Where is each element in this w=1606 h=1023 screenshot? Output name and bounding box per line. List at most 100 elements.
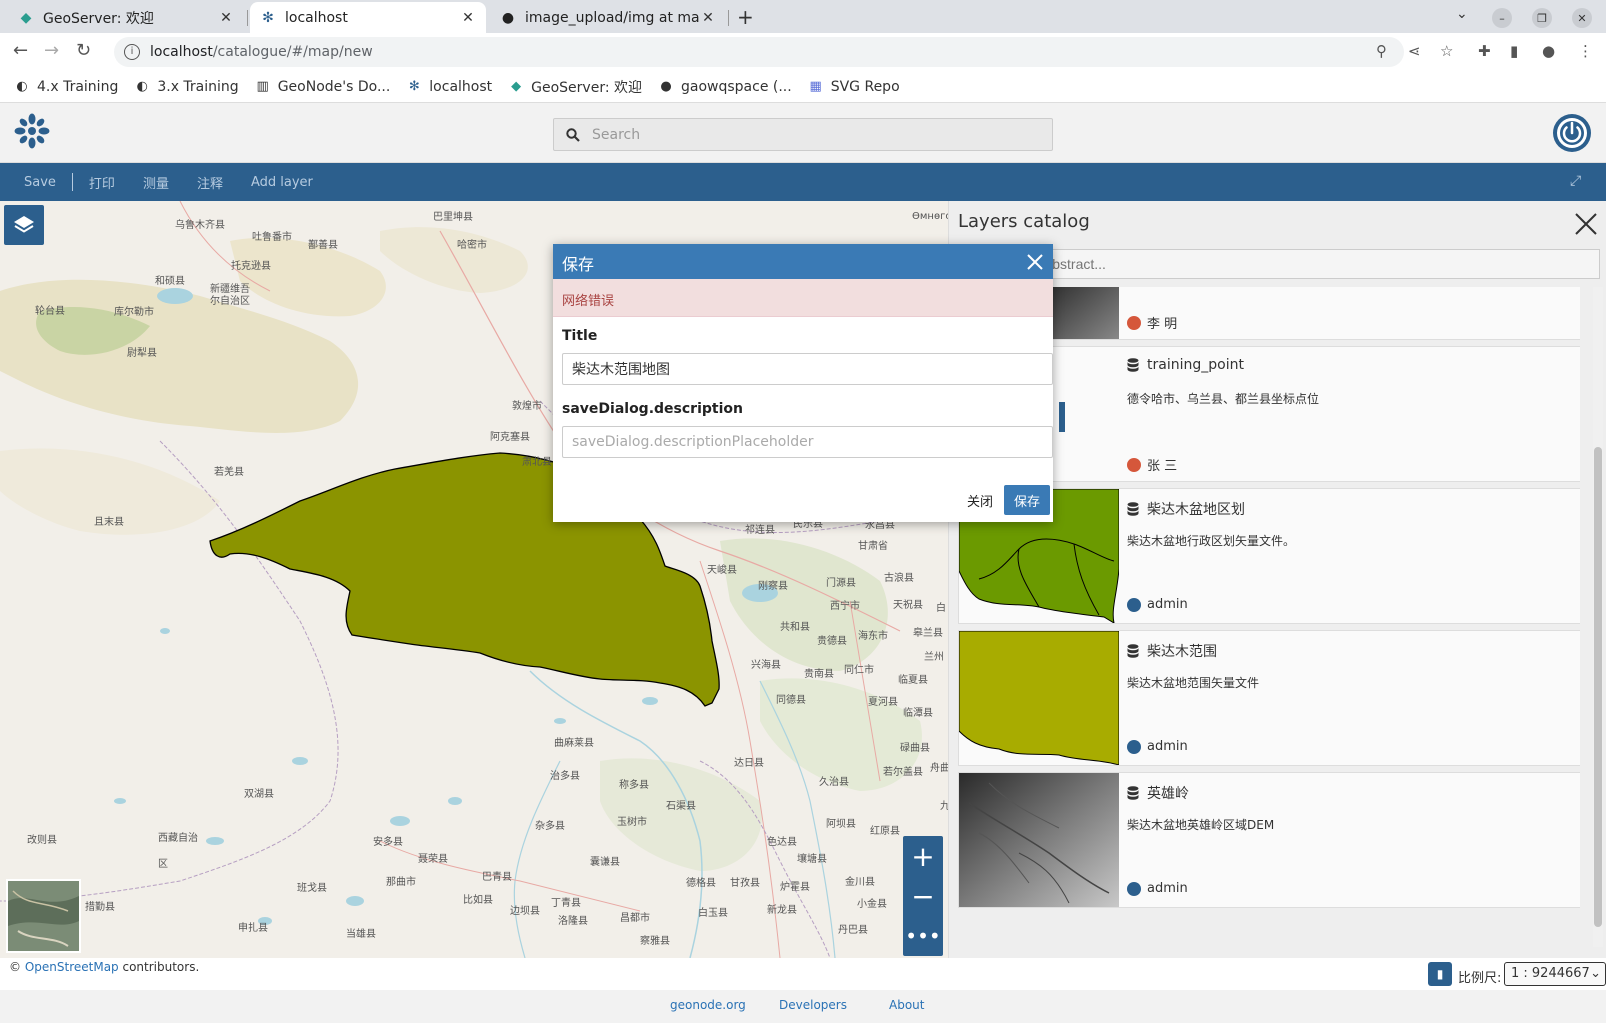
site-info-icon[interactable]: i: [124, 44, 140, 60]
close-button[interactable]: 关闭: [967, 491, 993, 510]
geonode-logo-icon[interactable]: [12, 111, 52, 151]
bookmark-item[interactable]: ✻ localhost: [406, 79, 492, 95]
tab-title: GeoServer: 欢迎: [43, 10, 154, 27]
title-input[interactable]: [562, 353, 1053, 385]
map-place-label: 和硕县: [155, 276, 185, 287]
globe-icon: ◐: [136, 79, 149, 94]
bookmark-item[interactable]: ◐ 3.x Training: [134, 79, 239, 95]
save-button[interactable]: 保存: [1004, 485, 1050, 515]
bookmark-item[interactable]: ◆ GeoServer: 欢迎: [508, 77, 642, 97]
layers-icon: [14, 216, 34, 233]
map-place-label: 丹巴县: [838, 925, 868, 936]
browser-menu-icon[interactable]: ⋮: [1578, 42, 1593, 60]
zoom-out-button[interactable]: −: [903, 876, 943, 916]
map-place-label: 天祝县: [893, 600, 923, 611]
map-place-label: 西宁市: [830, 601, 860, 612]
close-icon[interactable]: [1573, 211, 1599, 237]
database-icon: [1127, 786, 1139, 800]
map-place-label: 临夏县: [898, 675, 928, 686]
map-place-label: 兰州: [924, 652, 944, 663]
zoom-in-button[interactable]: +: [903, 836, 943, 876]
profile-avatar-icon[interactable]: ●: [1542, 42, 1555, 60]
back-arrow-icon[interactable]: ←: [13, 40, 28, 61]
map-place-label: 尉犁县: [127, 348, 157, 359]
catalog-search-input[interactable]: [958, 249, 1600, 279]
overview-map[interactable]: [6, 879, 81, 953]
close-tab-icon[interactable]: ✕: [700, 10, 716, 26]
catalog-scrollbar[interactable]: [1593, 287, 1603, 947]
geonode-icon: ✻: [262, 9, 274, 26]
save-dialog: 保存 网络错误 Title saveDialog.description 关闭 …: [553, 244, 1053, 522]
github-icon: ●: [660, 79, 672, 94]
bookmark-item[interactable]: ▦ SVG Repo: [808, 79, 900, 95]
tab-title: image_upload/img at mai: [525, 9, 700, 26]
minimize-icon[interactable]: –: [1492, 8, 1512, 28]
tab-geoserver[interactable]: ◆ GeoServer: 欢迎 ✕: [8, 2, 244, 33]
tab-search-chevron-icon[interactable]: ⌄: [1456, 6, 1468, 22]
bookmark-item[interactable]: ◐ 4.x Training: [14, 79, 118, 95]
side-panel-icon[interactable]: ▮: [1510, 42, 1518, 60]
search-input[interactable]: [592, 126, 1032, 143]
tab-localhost[interactable]: ✻ localhost ✕: [250, 2, 486, 33]
forward-arrow-icon[interactable]: →: [44, 40, 59, 61]
new-tab-icon[interactable]: +: [737, 5, 754, 29]
map-place-label: 措勤县: [85, 902, 115, 913]
zoom-control: + − •••: [903, 836, 943, 956]
map-place-label: 海东市: [858, 631, 888, 642]
map-place-label: 阿坝县: [826, 819, 856, 830]
fullscreen-icon[interactable]: ⤢: [1570, 173, 1581, 189]
close-tab-icon[interactable]: ✕: [460, 10, 476, 26]
map-place-label: 敦煌市: [512, 401, 542, 412]
map-place-label: 祁连县: [745, 525, 775, 536]
scrollbar-thumb[interactable]: [1594, 447, 1602, 927]
map-place-label: 改则县: [27, 835, 57, 846]
map-place-label: 察雅县: [640, 936, 670, 947]
reload-icon[interactable]: ↻: [76, 40, 91, 61]
globe-icon: ◐: [16, 79, 28, 94]
layer-card[interactable]: 英雄岭 柴达木盆地英雄岭区域DEM admin: [958, 772, 1580, 908]
layer-title: 柴达木盆地区划: [1127, 499, 1245, 519]
description-input[interactable]: [562, 426, 1053, 458]
footer-link-about[interactable]: About: [889, 998, 924, 1012]
footer-link-geonode[interactable]: geonode.org: [670, 998, 746, 1012]
footer-link-developers[interactable]: Developers: [779, 998, 847, 1012]
add-layer-button[interactable]: Add layer: [251, 175, 313, 190]
map-place-label: 兴海县: [751, 660, 781, 671]
print-button[interactable]: 打印: [89, 173, 115, 192]
layer-description: 柴达木盆地范围矢量文件: [1127, 676, 1260, 690]
layer-card[interactable]: 柴达木范围 柴达木盆地范围矢量文件 admin: [958, 630, 1580, 766]
share-icon[interactable]: ⋖: [1408, 42, 1421, 60]
power-icon[interactable]: [1552, 113, 1592, 153]
close-tab-icon[interactable]: ✕: [218, 10, 234, 26]
database-icon: [1127, 644, 1139, 658]
database-icon: [1127, 358, 1139, 372]
bookmark-item[interactable]: ▥ GeoNode's Do...: [255, 79, 391, 95]
restore-icon[interactable]: ❐: [1532, 8, 1552, 28]
location-pin-icon[interactable]: ⚲: [1376, 42, 1387, 60]
map-place-label: 班戈县: [297, 883, 327, 894]
url-field[interactable]: i localhost/catalogue/#/map/new: [114, 37, 1404, 67]
layers-toggle-button[interactable]: [4, 205, 44, 245]
openstreetmap-link[interactable]: OpenStreetMap: [25, 960, 119, 974]
mouse-position-icon[interactable]: ▮: [1428, 962, 1452, 986]
layer-title: training_point: [1127, 357, 1244, 373]
tab-github[interactable]: ● image_upload/img at mai ✕: [490, 2, 726, 33]
layer-owner: 李 明: [1127, 313, 1177, 332]
map-place-label: 称多县: [619, 780, 649, 791]
map-place-label: 边坝县: [510, 906, 540, 917]
browser-tab-bar: ◆ GeoServer: 欢迎 ✕ ✻ localhost ✕ ● image_…: [0, 0, 1606, 33]
geoserver-icon: ◆: [20, 9, 32, 26]
window-close-icon[interactable]: ✕: [1572, 8, 1592, 28]
toolbar-divider: [71, 173, 73, 191]
more-tools-button[interactable]: •••: [903, 916, 943, 956]
map-place-label: 区: [158, 859, 168, 870]
measure-button[interactable]: 测量: [143, 173, 169, 192]
bookmark-star-icon[interactable]: ☆: [1440, 42, 1453, 60]
bookmark-item[interactable]: ● gaowqspace (...: [658, 79, 791, 95]
scale-select[interactable]: 1 : 9244667 ⌄: [1504, 962, 1606, 986]
extensions-puzzle-icon[interactable]: ✚: [1478, 42, 1491, 60]
save-button[interactable]: Save: [24, 175, 56, 190]
title-label: Title: [562, 328, 598, 344]
close-icon[interactable]: [1025, 252, 1045, 272]
annotate-button[interactable]: 注释: [197, 173, 223, 192]
